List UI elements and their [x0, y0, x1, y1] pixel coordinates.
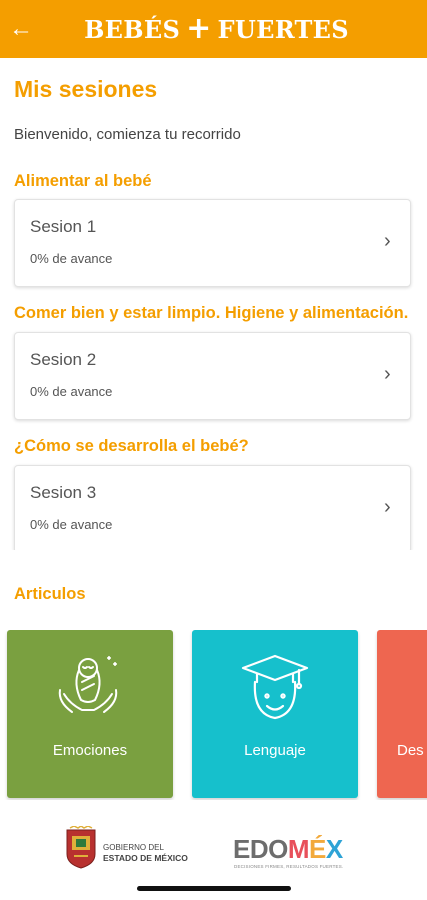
welcome-text: Bienvenido, comienza tu recorrido — [14, 126, 241, 143]
articles-carousel[interactable]: Emociones Lenguaje Des — [0, 630, 427, 800]
chevron-right-icon: › — [384, 230, 391, 252]
edomex-brand: EDOMÉX — [233, 834, 343, 864]
sessions-list[interactable]: Alimentar al bebé Sesion 1 0% de avance … — [0, 160, 427, 550]
brand-word-1: BEBÉS — [84, 14, 181, 44]
app-brand: BEBÉS + FUERTES — [78, 14, 349, 44]
app-header: ← BEBÉS + FUERTES — [0, 0, 427, 58]
session-progress: 0% de avance — [30, 517, 113, 532]
session-name: Sesion 1 — [30, 217, 97, 236]
section-title-1: Alimentar al bebé — [14, 172, 152, 190]
section-title-2: Comer bien y estar limpio. Higiene y ali… — [14, 304, 409, 322]
back-arrow-icon[interactable]: ← — [6, 14, 36, 44]
article-label: Emociones — [52, 742, 128, 759]
session-progress: 0% de avance — [30, 384, 113, 399]
article-label: Des — [397, 742, 424, 759]
session-progress: 0% de avance — [30, 251, 113, 266]
chevron-right-icon: › — [384, 496, 391, 518]
government-label: GOBIERNO DEL ESTADO DE MÉXICO — [103, 843, 188, 864]
state-seal-icon — [66, 826, 96, 869]
session-name: Sesion 2 — [30, 350, 97, 369]
gob-line2: ESTADO DE MÉXICO — [103, 853, 188, 863]
articles-title: Articulos — [14, 585, 86, 603]
article-tile-emociones[interactable]: Emociones — [7, 630, 173, 798]
brand-plus: + — [186, 11, 212, 46]
baby-in-hands-icon — [58, 656, 118, 713]
edomex-logo: EDOMÉX — [233, 834, 343, 865]
footer-logos: GOBIERNO DEL ESTADO DE MÉXICO EDOMÉX DEC… — [0, 820, 427, 880]
brand-word-2: FUERTES — [217, 14, 349, 44]
session-card-2[interactable]: Sesion 2 0% de avance › — [14, 332, 411, 420]
article-tile-partial[interactable]: Des — [377, 630, 427, 798]
session-card-3[interactable]: Sesion 3 0% de avance › — [14, 465, 411, 550]
article-label: Lenguaje — [244, 742, 306, 759]
chevron-right-icon: › — [384, 363, 391, 385]
home-indicator[interactable] — [137, 886, 291, 891]
article-tile-lenguaje[interactable]: Lenguaje — [192, 630, 358, 798]
page-title: Mis sesiones — [14, 76, 158, 102]
session-card-1[interactable]: Sesion 1 0% de avance › — [14, 199, 411, 287]
graduate-face-icon — [241, 654, 309, 720]
section-title-3: ¿Cómo se desarrolla el bebé? — [14, 437, 249, 455]
gob-line1: GOBIERNO DEL — [103, 843, 164, 852]
session-name: Sesion 3 — [30, 483, 97, 502]
edomex-tagline: DECISIONES FIRMES, RESULTADOS FUERTES. — [234, 864, 344, 869]
